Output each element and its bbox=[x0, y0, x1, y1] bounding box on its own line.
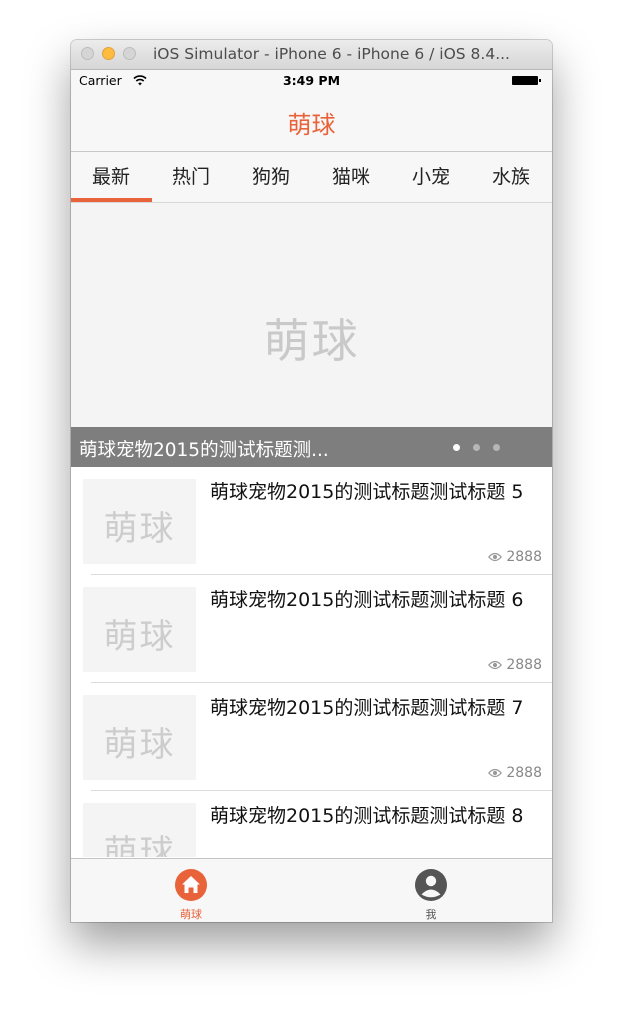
thumbnail-placeholder-logo: 萌球 bbox=[103, 725, 176, 765]
thumbnail-placeholder-logo: 萌球 bbox=[103, 509, 176, 549]
item-title: 萌球宠物2015的测试标题测试标题 7 bbox=[210, 697, 524, 719]
view-count-value: 2888 bbox=[506, 765, 542, 781]
item-title: 萌球宠物2015的测试标题测试标题 8 bbox=[210, 805, 524, 827]
simulator-window: iOS Simulator - iPhone 6 - iPhone 6 / iO… bbox=[71, 40, 552, 922]
tab-small-pets[interactable]: 小宠 bbox=[391, 152, 471, 202]
thumbnail-placeholder-logo: 萌球 bbox=[103, 617, 176, 657]
article-list[interactable]: 萌球 萌球宠物2015的测试标题测试标题 5 2888 萌球 萌球宠物2015的… bbox=[71, 467, 552, 857]
profile-icon bbox=[415, 869, 447, 901]
battery-icon bbox=[512, 76, 541, 85]
tabbar-item-home[interactable]: 萌球 bbox=[71, 859, 311, 922]
page-dot-1[interactable] bbox=[453, 444, 460, 451]
item-thumbnail: 萌球 bbox=[83, 803, 196, 857]
window-titlebar: iOS Simulator - iPhone 6 - iPhone 6 / iO… bbox=[71, 40, 552, 70]
view-count: 2888 bbox=[488, 657, 542, 673]
navigation-bar: 萌球 bbox=[71, 90, 552, 152]
close-window-button[interactable] bbox=[81, 47, 94, 60]
view-count-value: 2888 bbox=[506, 657, 542, 673]
thumbnail-placeholder-logo: 萌球 bbox=[103, 833, 176, 857]
banner-carousel[interactable]: 萌球 萌球宠物2015的测试标题测... bbox=[71, 203, 552, 467]
banner-caption-bar: 萌球宠物2015的测试标题测... bbox=[71, 427, 552, 467]
bottom-tab-bar: 萌球 我 bbox=[71, 858, 552, 922]
tabbar-item-profile[interactable]: 我 bbox=[311, 859, 551, 922]
tab-aquatic[interactable]: 水族 bbox=[471, 152, 551, 202]
tabbar-label-home: 萌球 bbox=[180, 908, 202, 921]
item-thumbnail: 萌球 bbox=[83, 695, 196, 780]
nav-title: 萌球 bbox=[287, 111, 336, 139]
list-item[interactable]: 萌球 萌球宠物2015的测试标题测试标题 5 2888 bbox=[71, 467, 552, 575]
status-time: 3:49 PM bbox=[282, 73, 341, 88]
home-icon bbox=[175, 869, 207, 901]
status-bar: Carrier 3:49 PM bbox=[71, 70, 552, 90]
view-count: 2888 bbox=[488, 549, 542, 565]
window-title: iOS Simulator - iPhone 6 - iPhone 6 / iO… bbox=[153, 45, 510, 63]
tab-dogs[interactable]: 狗狗 bbox=[231, 152, 311, 202]
tab-latest[interactable]: 最新 bbox=[71, 152, 151, 202]
eye-icon bbox=[488, 552, 503, 562]
item-thumbnail: 萌球 bbox=[83, 587, 196, 672]
view-count: 2888 bbox=[488, 765, 542, 781]
eye-icon bbox=[488, 768, 503, 778]
eye-icon bbox=[488, 660, 503, 670]
phone-screen: Carrier 3:49 PM 萌球 最新 热门 狗狗 猫咪 小宠 水族 萌球 … bbox=[71, 70, 552, 922]
category-tabs: 最新 热门 狗狗 猫咪 小宠 水族 bbox=[71, 152, 552, 203]
zoom-window-button[interactable] bbox=[123, 47, 136, 60]
list-item[interactable]: 萌球 萌球宠物2015的测试标题测试标题 8 bbox=[71, 791, 552, 857]
minimize-window-button[interactable] bbox=[102, 47, 115, 60]
view-count-value: 2888 bbox=[506, 549, 542, 565]
item-title: 萌球宠物2015的测试标题测试标题 5 bbox=[210, 481, 524, 503]
tabbar-label-profile: 我 bbox=[425, 908, 437, 921]
page-dot-2[interactable] bbox=[473, 444, 480, 451]
banner-placeholder-logo: 萌球 bbox=[263, 314, 360, 368]
item-thumbnail: 萌球 bbox=[83, 479, 196, 564]
list-item[interactable]: 萌球 萌球宠物2015的测试标题测试标题 7 2888 bbox=[71, 683, 552, 791]
list-item[interactable]: 萌球 萌球宠物2015的测试标题测试标题 6 2888 bbox=[71, 575, 552, 683]
item-title: 萌球宠物2015的测试标题测试标题 6 bbox=[210, 589, 524, 611]
tab-popular[interactable]: 热门 bbox=[151, 152, 231, 202]
page-dot-3[interactable] bbox=[493, 444, 500, 451]
banner-caption: 萌球宠物2015的测试标题测... bbox=[79, 440, 329, 461]
tab-cats[interactable]: 猫咪 bbox=[311, 152, 391, 202]
active-tab-indicator bbox=[71, 198, 152, 202]
